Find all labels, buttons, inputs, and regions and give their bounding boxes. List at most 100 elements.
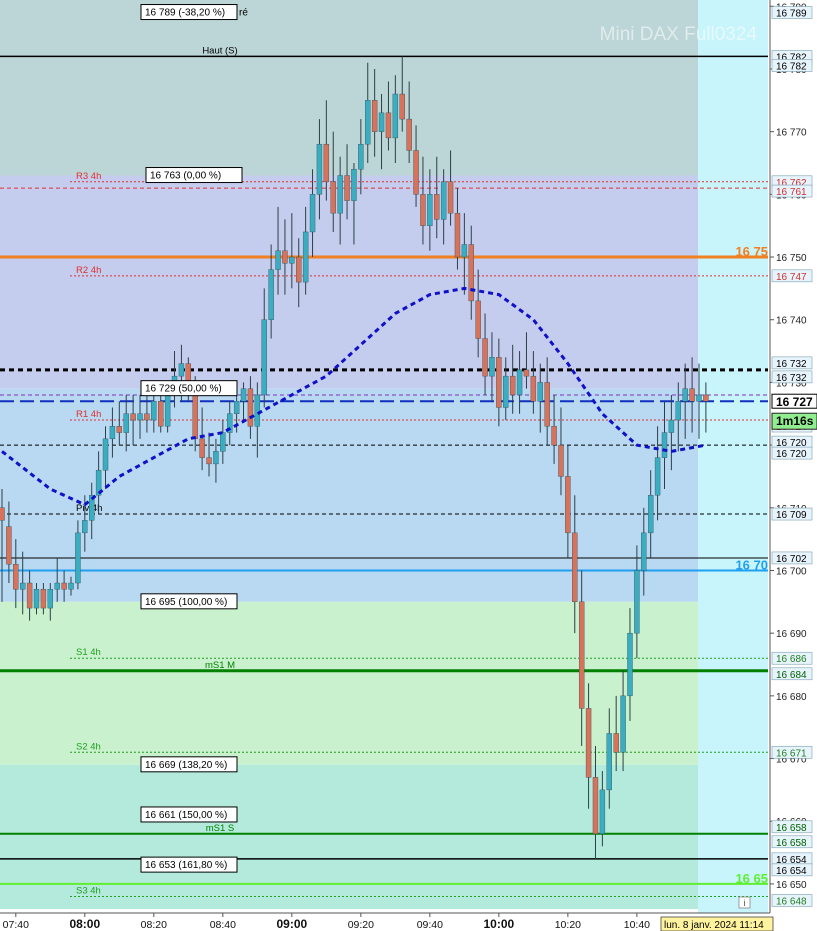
candle-down [413,150,419,195]
candle-up [164,394,171,427]
candle-down [0,507,5,521]
candle-up [647,495,654,534]
candle-timer: 1m16s [771,412,817,430]
level-label: S2 4h [76,741,101,752]
candle-up [261,319,267,396]
cursor-time-tag[interactable]: lun. 8 janv. 2024 11:14 [660,916,774,931]
candle-down [565,476,571,534]
fib-box-text: 16 729 (50,00 %) [145,384,222,395]
candle-up [503,375,509,408]
candle-up [54,582,60,590]
candle-up [254,394,261,427]
price-tag: 16 747 [771,269,813,283]
info-icon-glyph: i [744,898,746,908]
candle-down [454,212,461,258]
price-tag: 16 761 [771,184,813,198]
price-tag: 16 782 [771,59,813,72]
price-tag: 16 654 [771,863,813,877]
candle-down [544,382,550,427]
fib-label-box: 16 653 (161,80 %) [140,856,238,873]
candle-up [516,369,523,396]
x-tick-label: 09:20 [348,919,374,931]
info-icon[interactable]: i [738,896,751,909]
candle-down [206,457,212,465]
price-tag: 16 684 [771,667,813,681]
price-tag: 16 732 [771,370,813,384]
x-tick-label: 09:00 [276,917,307,931]
level-label: Haut (S) [202,45,237,56]
candle-up [427,194,433,226]
fib-box-suffix: ré [239,8,248,19]
candle-down [158,401,164,427]
x-tick-label: 08:40 [210,919,236,931]
candle-down [282,250,288,264]
price-axis[interactable]: 16 65016 66016 67016 68016 69016 70016 7… [769,0,817,931]
zone-band [0,601,698,765]
fib-box-text: 16 763 (0,00 %) [150,171,221,182]
candle-up [606,733,612,791]
candle-up [641,532,647,571]
price-tag: 16 789 [771,6,813,20]
candle-up [337,175,343,214]
candle-down [130,413,136,421]
price-tag-text: 16 709 [776,510,807,521]
y-tick-label: 16 690 [776,629,807,640]
candle-up [599,789,606,834]
candle-down [530,375,537,402]
cursor-time-text: lun. 8 janv. 2024 11:14 [664,920,764,931]
round-level-label: 16 65 [735,871,768,886]
fib-box-text: 16 789 (-38,20 %) [145,8,225,19]
timer-text: 1m16s [776,414,814,428]
candle-down [199,438,205,458]
price-tag: 16 658 [771,835,813,849]
candle-up [213,451,219,465]
price-tag: 16 686 [771,651,813,665]
candle-down [434,194,440,220]
candle-down [468,244,474,302]
candle-up [537,382,543,402]
candle-up [351,169,357,201]
fib-label-box: 16 729 (50,00 %) [140,380,238,397]
level-label: R3 4h [76,171,101,182]
candle-down [116,426,123,433]
candle-up [233,401,240,414]
candle-up [68,582,74,590]
candle-up [358,143,364,170]
current-price-tag[interactable]: 16 727 [771,393,817,409]
zone-band [0,0,698,57]
candle-down [613,733,619,753]
candle-down [40,589,47,609]
fib-box-text: 16 669 (138,20 %) [145,760,227,771]
price-tag: 16 732 [771,356,813,370]
candle-up [489,357,495,377]
price-tag-text: 16 732 [776,373,807,384]
candle-down [247,388,254,427]
round-level-label: 16 75 [735,244,768,259]
candle-up [275,250,281,270]
candle-down [344,175,350,201]
candle-up [302,231,309,283]
price-tag-text: 16 747 [776,272,807,283]
price-tag: 16 648 [771,894,813,907]
candle-down [703,394,709,402]
y-tick-label: 16 650 [776,880,807,891]
candle-down [585,708,592,778]
candle-down [551,426,557,446]
candle-up [109,426,116,440]
candle-down [447,181,454,214]
level-label: R1 4h [76,409,101,420]
candle-down [371,100,378,132]
y-tick-label: 16 770 [776,128,807,139]
fib-label-box: 16 763 (0,00 %) [145,167,243,184]
candle-down [475,300,481,339]
level-label: S3 4h [76,885,101,896]
future-area [698,0,768,913]
fib-box-text: 16 695 (100,00 %) [145,597,227,608]
y-tick-label: 16 680 [776,692,807,703]
price-tag-text: 16 702 [776,554,807,565]
candle-up [220,432,226,452]
price-chart[interactable]: Haut (S)R3 4hR2 4hR1 4hPiv 4hS1 4hmS1 MS… [0,0,817,931]
price-tag-text: 16 789 [776,9,807,20]
price-tag: 16 658 [771,820,813,834]
candle-up [178,363,185,377]
